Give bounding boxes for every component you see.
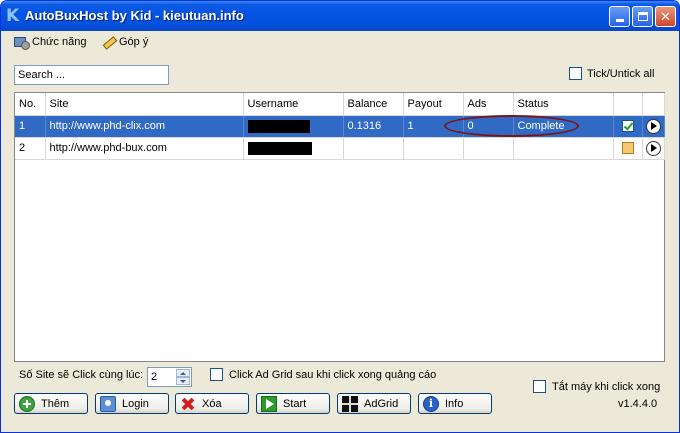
column-header-status[interactable]: Status bbox=[513, 93, 614, 116]
function-icon bbox=[13, 35, 30, 50]
shutdown-option-label: Tắt máy khi click xong bbox=[552, 380, 661, 393]
adgrid-option[interactable]: Click Ad Grid sau khi click xong quảng c… bbox=[210, 368, 436, 381]
tick-all-checkbox[interactable] bbox=[569, 67, 582, 80]
row-checkbox[interactable] bbox=[621, 120, 634, 133]
concurrent-sites-label: Số Site sẽ Click cùng lúc: bbox=[19, 369, 144, 381]
username-redaction bbox=[247, 119, 310, 133]
login-button-label: Login bbox=[122, 397, 149, 410]
cell-check bbox=[613, 137, 643, 160]
add-button[interactable]: Thêm bbox=[14, 393, 88, 414]
column-header-balance[interactable]: Balance bbox=[343, 93, 404, 116]
maximize-button[interactable] bbox=[632, 6, 653, 27]
shutdown-option[interactable]: Tắt máy khi click xong bbox=[533, 380, 660, 393]
delete-icon bbox=[180, 396, 196, 412]
column-header-no[interactable]: No. bbox=[15, 93, 46, 116]
cell-username bbox=[243, 115, 344, 138]
cell-action bbox=[642, 137, 665, 160]
spin-down-icon[interactable] bbox=[176, 377, 190, 385]
table-header: No. Site Username Balance Payout Ads Sta… bbox=[15, 93, 665, 116]
column-header-action[interactable] bbox=[642, 93, 665, 116]
cell-check bbox=[613, 115, 643, 138]
info-button[interactable]: i Info bbox=[418, 393, 492, 414]
grid-icon bbox=[342, 395, 358, 412]
menu-feedback[interactable]: Góp ý bbox=[100, 34, 148, 50]
add-button-label: Thêm bbox=[41, 397, 70, 410]
start-button-label: Start bbox=[283, 397, 307, 410]
menu-feedback-label: Góp ý bbox=[119, 36, 149, 48]
info-icon: i bbox=[423, 395, 439, 412]
login-button[interactable]: Login bbox=[95, 393, 169, 414]
spin-up-icon[interactable] bbox=[176, 369, 190, 377]
version-label: v1.4.4.0 bbox=[618, 398, 658, 410]
minimize-icon bbox=[615, 19, 624, 22]
cell-balance: 0.1316 bbox=[343, 115, 404, 138]
table-row[interactable]: 2 http://www.phd-bux.com bbox=[15, 137, 665, 160]
adgrid-option-label: Click Ad Grid sau khi click xong quảng c… bbox=[229, 368, 437, 381]
cell-status bbox=[513, 137, 614, 160]
add-icon bbox=[19, 395, 35, 412]
menu-functions-label: Chức năng bbox=[32, 36, 87, 48]
cell-no: 1 bbox=[15, 115, 46, 138]
window-title: AutoBuxHost by Kid - kieutuan.info bbox=[25, 8, 244, 23]
adgrid-button-label: AdGrid bbox=[364, 397, 399, 410]
menu-functions[interactable]: Chức năng bbox=[13, 34, 86, 50]
column-header-username[interactable]: Username bbox=[243, 93, 344, 116]
maximize-icon bbox=[637, 12, 648, 21]
cell-payout bbox=[403, 137, 464, 160]
column-header-site[interactable]: Site bbox=[45, 93, 244, 116]
cell-no: 2 bbox=[15, 137, 46, 160]
cell-balance bbox=[343, 137, 404, 160]
highlight-ellipse bbox=[444, 115, 579, 137]
app-window: K AutoBuxHost by Kid - kieutuan.info ✕ C… bbox=[0, 0, 680, 433]
cell-username bbox=[243, 137, 344, 160]
shutdown-checkbox[interactable] bbox=[533, 380, 546, 393]
concurrent-sites-stepper[interactable] bbox=[147, 367, 192, 387]
play-icon[interactable] bbox=[645, 118, 661, 134]
app-logo-icon: K bbox=[6, 6, 20, 26]
search-input[interactable] bbox=[14, 65, 169, 85]
adgrid-button[interactable]: AdGrid bbox=[337, 393, 411, 414]
column-header-payout[interactable]: Payout bbox=[403, 93, 464, 116]
tick-all-label: Tick/Untick all bbox=[587, 67, 655, 80]
info-button-label: Info bbox=[445, 397, 464, 410]
sites-grid[interactable]: No. Site Username Balance Payout Ads Sta… bbox=[14, 92, 665, 362]
adgrid-checkbox[interactable] bbox=[210, 368, 223, 381]
title-bar[interactable]: K AutoBuxHost by Kid - kieutuan.info ✕ bbox=[1, 1, 679, 31]
column-header-check[interactable] bbox=[613, 93, 643, 116]
cell-action bbox=[642, 115, 665, 138]
pencil-icon bbox=[100, 35, 116, 49]
login-icon bbox=[100, 395, 116, 412]
column-header-ads[interactable]: Ads bbox=[463, 93, 514, 116]
start-icon bbox=[261, 395, 277, 412]
menu-bar: Chức năng Góp ý bbox=[1, 31, 679, 53]
start-button[interactable]: Start bbox=[256, 393, 330, 414]
cell-ads bbox=[463, 137, 514, 160]
delete-button-label: Xóa bbox=[202, 397, 222, 410]
username-redaction bbox=[247, 141, 312, 155]
concurrent-sites-input[interactable] bbox=[149, 369, 177, 385]
minimize-button[interactable] bbox=[609, 6, 630, 27]
cell-site: http://www.phd-bux.com bbox=[45, 137, 244, 160]
tick-all-option[interactable]: Tick/Untick all bbox=[569, 67, 654, 80]
play-icon[interactable] bbox=[645, 140, 661, 156]
cell-site: http://www.phd-clix.com bbox=[45, 115, 244, 138]
close-icon: ✕ bbox=[660, 8, 671, 24]
close-button[interactable]: ✕ bbox=[655, 6, 676, 27]
delete-button[interactable]: Xóa bbox=[175, 393, 249, 414]
row-checkbox[interactable] bbox=[621, 142, 634, 155]
